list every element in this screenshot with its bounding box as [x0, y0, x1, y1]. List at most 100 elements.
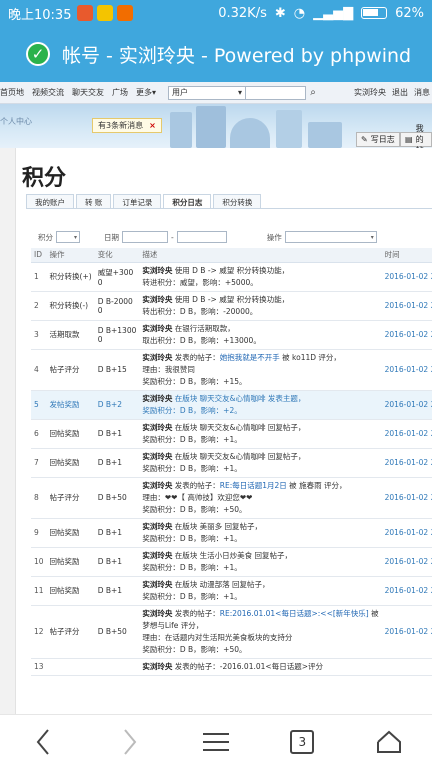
change-value: 0 [97, 277, 103, 287]
description-text: 在版块 聊天交友&心情咖啡 发表主题， [172, 393, 306, 403]
site-nav: 首页地 视频交流 聊天交友 广场 更多▾ 用户 ▾ ⌕ 实浏玲央 退出 消息 [0, 82, 432, 104]
user-name-link[interactable]: 实浏玲央 [142, 580, 172, 589]
row-time: 2016-01-02 2 [381, 349, 432, 391]
description-text: 在版块 动漫部落 回复帖子， [172, 579, 270, 589]
user-name-link[interactable]: 实浏玲央 [142, 609, 172, 618]
change-value: 0 [97, 305, 103, 315]
wifi-icon: ◔ [293, 5, 306, 21]
row-description: 实浏玲央 在版块 生活小日炒美食 回复帖子， 奖励积分：D B，影响：+1。 [139, 547, 382, 577]
row-description: 实浏玲央 使用 D B -> 威望 积分转换功能， 转进积分：威望，影响：+500… [139, 262, 382, 292]
row-id: 11 [31, 576, 47, 606]
row-id: 13 [31, 658, 47, 676]
nav-link[interactable]: 视频交流 [32, 87, 64, 98]
credit-type-select[interactable]: ▾ [56, 231, 80, 243]
row-change: D B+50 [94, 605, 140, 659]
operation-select[interactable]: ▾ [284, 231, 377, 243]
description-line: 转进积分：威望，影响：+5000。 [142, 277, 378, 289]
row-time: 2016-01-02 2 [381, 419, 432, 449]
row-description: 实浏玲央 使用 D B -> 威望 积分转换功能， 转出积分：D B，影响：-20… [139, 291, 382, 321]
table-row: 6 回帖奖励 D B+1 实浏玲央 在版块 聊天交友&心情咖啡 回复帖子， 奖励积分：D… [31, 419, 432, 449]
banner-decoration [196, 106, 226, 148]
change-value: D B+1 [97, 586, 123, 595]
tab-credit-log[interactable]: 积分日志 [163, 194, 212, 209]
row-change: D B+1 [94, 518, 140, 548]
description-line: 实浏玲央 在版块 生活小日炒美食 回复帖子， [142, 550, 378, 562]
row-operation: 帖子评分 [46, 477, 95, 519]
nav-link[interactable]: 广场 [112, 87, 128, 98]
description-line: 奖励积分：D B，影响：+1。 [142, 533, 378, 545]
user-name-link[interactable]: 实浏玲央 [142, 266, 172, 275]
logout-link[interactable]: 退出 [392, 87, 408, 98]
user-name-link[interactable]: 实浏玲央 [142, 662, 172, 671]
search-input[interactable] [246, 85, 307, 100]
banner-decoration [276, 110, 302, 148]
col-op: 操作 [46, 248, 95, 263]
description-text: 奖励积分：D B，影响：+1。 [142, 591, 242, 601]
row-change: D B+1 [94, 547, 140, 577]
user-name-link[interactable]: 实浏玲央 [142, 522, 172, 531]
post-link[interactable]: RE:2016.01.01<每日话题>:<<[新年快乐] [220, 609, 369, 618]
table-row: 3 活期取款 D B+1300 0 实浏玲央 在银行活期取款， 取出积分：D B，影响：+… [31, 320, 432, 350]
date-end-input[interactable] [176, 231, 227, 243]
change-value: D B+2 [97, 400, 123, 409]
change-value: 0 [97, 334, 103, 344]
user-name-link[interactable]: 实浏玲央 [142, 353, 172, 362]
row-description: 实浏玲央 发表的帖子：RE:每日话题1月2日 被 施春雨 评分， 理由：❤❤【 高… [139, 477, 382, 519]
table-row: 5 发帖奖励 D B+2 实浏玲央 在版块 聊天交友&心情咖啡 发表主题， 奖励积分：D… [31, 390, 432, 420]
tabs-button[interactable]: 3 [282, 722, 322, 762]
my-posts-label: 我的帖 [415, 124, 424, 148]
menu-button[interactable] [196, 722, 236, 762]
date-start-input[interactable] [122, 231, 168, 243]
browser-title-bar: ✓ 帐号 - 实浏玲央 - Powered by phpwind [0, 26, 432, 82]
message-link[interactable]: 消息 [414, 87, 430, 98]
tab-transfer[interactable]: 转 账 [76, 194, 112, 209]
filter-date-label: 日期 [104, 232, 119, 242]
back-button[interactable] [23, 722, 63, 762]
row-id: 5 [31, 390, 47, 420]
forward-button[interactable] [110, 722, 150, 762]
my-posts-button[interactable]: ▤ 我的帖 [400, 124, 432, 148]
row-change: D B+2 [94, 390, 140, 420]
search-type-select[interactable]: 用户 ▾ [168, 85, 247, 100]
user-name-link[interactable]: 实浏玲央 [142, 481, 172, 490]
close-icon[interactable]: × [149, 121, 156, 130]
tab-credit-convert[interactable]: 积分转换 [213, 194, 262, 209]
row-operation: 积分转换(-) [46, 291, 95, 321]
description-text: 在银行活期取款， [172, 323, 235, 333]
write-diary-label: 写日志 [370, 135, 395, 144]
home-button[interactable] [369, 722, 409, 762]
user-name-link[interactable]: 实浏玲央 [142, 394, 172, 403]
search-icon[interactable]: ⌕ [306, 86, 320, 100]
nav-link[interactable]: 聊天交友 [72, 87, 104, 98]
row-description: 实浏玲央 发表的帖子：-2016.01.01<每日话题>评分 [139, 658, 382, 676]
nav-link[interactable]: 首页地 [0, 87, 24, 98]
nav-more[interactable]: 更多▾ [136, 87, 156, 98]
tip-text: 有3条新消息 [98, 121, 144, 130]
row-change: D B+15 [94, 349, 140, 391]
user-center-banner: 个人中心 有3条新消息 × ✎ 写日志 ▤ 我的帖 [0, 104, 432, 148]
write-diary-button[interactable]: ✎ 写日志 [356, 132, 400, 147]
row-operation: 积分转换(+) [46, 262, 95, 292]
tab-orders[interactable]: 订单记录 [113, 194, 162, 209]
filter-op-label: 操作 [266, 232, 282, 242]
table-row: 8 帖子评分 D B+50 实浏玲央 发表的帖子：RE:每日话题1月2日 被 施春雨 … [31, 477, 432, 519]
description-line: 实浏玲央 在版块 聊天交友&心情咖啡 回复帖子， [142, 422, 378, 434]
user-name-link[interactable]: 实浏玲央 [142, 551, 172, 560]
user-link[interactable]: 实浏玲央 [354, 87, 386, 98]
tab-my-account[interactable]: 我的账户 [26, 194, 74, 209]
status-bar: 晚上10:35 0.32K/s ✱ ◔ ▁▃▅▇ 62% [0, 0, 432, 26]
weibo-icon [77, 5, 94, 21]
new-message-tip[interactable]: 有3条新消息 × [92, 118, 162, 133]
forward-arrow-icon [123, 728, 136, 755]
user-name-link[interactable]: 实浏玲央 [142, 324, 172, 333]
user-name-link[interactable]: 实浏玲央 [142, 295, 172, 304]
post-link[interactable]: RE:每日话题1月2日 [220, 481, 287, 490]
user-name-link[interactable]: 实浏玲央 [142, 452, 172, 461]
banner-decoration [308, 122, 342, 148]
description-text: 在版块 生活小日炒美食 回复帖子， [172, 550, 293, 560]
post-icon: ▤ [405, 135, 413, 144]
row-time: 2016-01-02 2 [381, 448, 432, 478]
user-name-link[interactable]: 实浏玲央 [142, 423, 172, 432]
post-link[interactable]: 她抱我就是不开手 [220, 353, 280, 362]
row-id: 8 [31, 477, 47, 519]
